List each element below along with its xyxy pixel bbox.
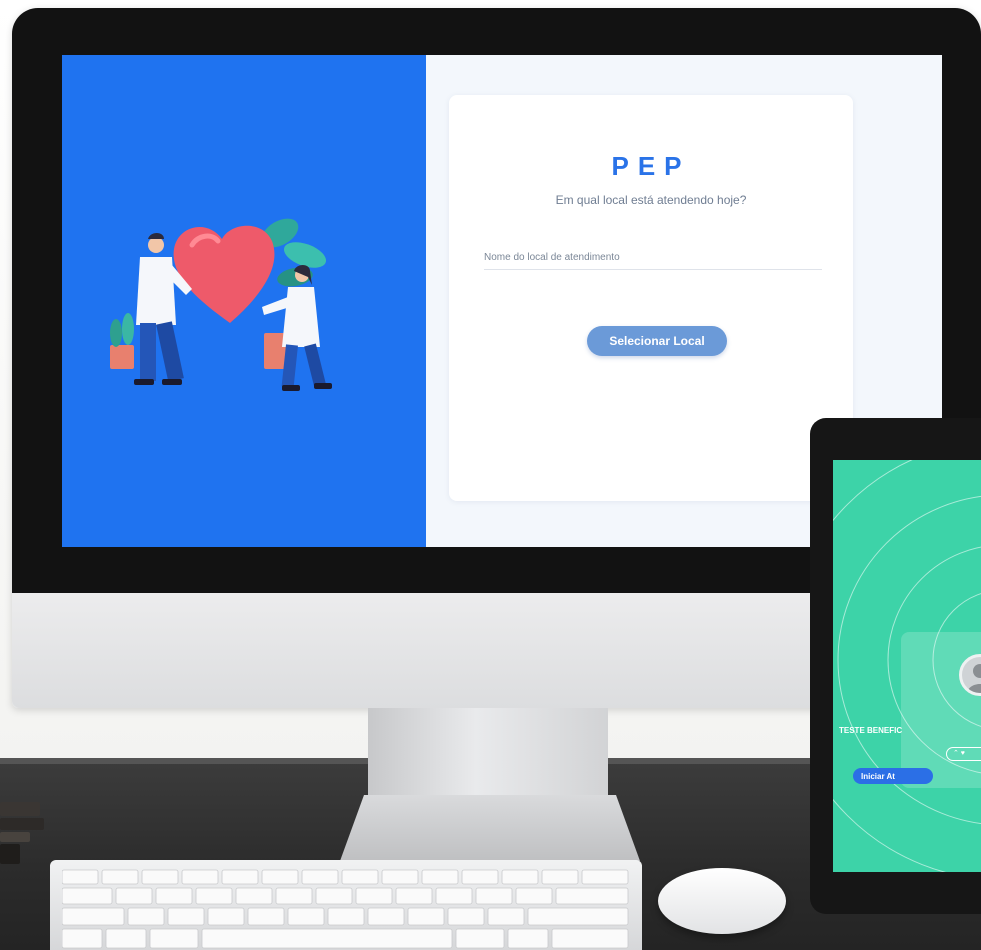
keyboard-keys [62,869,629,949]
doctors-heart-illustration [110,218,332,391]
imac-foot [340,795,640,861]
imac-stand [368,708,608,798]
patient-card-content: TESTE BENEFIC ⌃ ♥ Iniciar At [839,632,981,788]
location-name-input[interactable] [484,245,822,270]
start-appointment-button[interactable]: Iniciar At [853,768,933,784]
status-pill[interactable]: ⌃ ♥ [946,747,981,761]
brand-title: PEP [611,151,691,181]
tablet-screen: TESTE BENEFIC ⌃ ♥ Iniciar At [833,460,981,872]
select-location-button[interactable]: Selecionar Local [587,326,727,356]
location-card: PEP Em qual local está atendendo hoje? S… [449,95,853,501]
tablet-device: TESTE BENEFIC ⌃ ♥ Iniciar At [810,418,981,914]
mouse [658,868,786,934]
hero-panel [62,55,426,547]
patient-name: TESTE BENEFIC [839,726,903,735]
location-question: Em qual local está atendendo hoje? [555,193,747,207]
books-stack [0,802,44,864]
keyboard [50,860,642,950]
